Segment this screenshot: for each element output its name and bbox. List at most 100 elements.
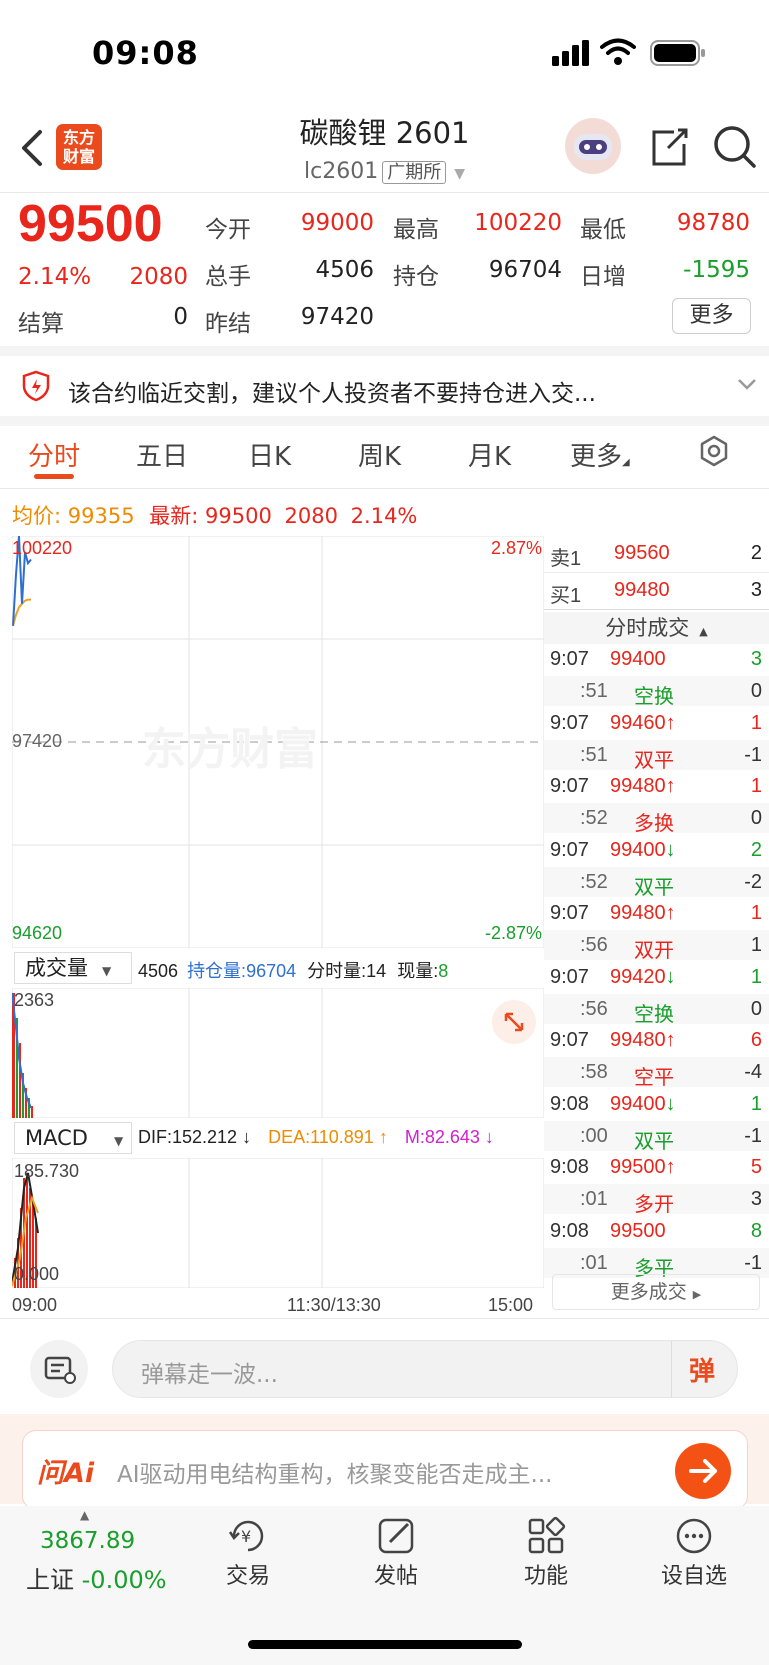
volume-stats: 4506 持仓量:96704 分时量:14 现量:8 [138,957,448,983]
tick-time: 9:07 [550,1029,589,1051]
tab-active-indicator [34,474,74,479]
macd-max-label: 185.730 [14,1161,80,1181]
chart-high-label: 100220 [12,538,73,558]
share-icon[interactable] [648,126,690,172]
tick-row: 9:07 99480↑ 1:52 多换 0 [544,771,769,835]
tick-qty: 1 [750,902,762,924]
ai-logo: 问Ai [37,1458,95,1489]
ask-label: 卖1 [550,548,582,570]
chevron-right-icon: ▶ [692,1288,702,1301]
ai-banner[interactable]: 问Ai AI驱动用电结构重构，核聚变能否走成主... [22,1430,748,1510]
chevron-down-icon[interactable] [736,376,758,396]
avg-value: 99355 [67,504,135,528]
tick-seconds: :56 [580,934,608,956]
code-text: lc2601 [304,159,379,184]
comment-placeholder: 弹幕走一波... [141,1362,278,1388]
tab-weekly-k[interactable]: 周K [358,436,401,473]
signal-icon [552,40,592,70]
last-price: 99500 [18,195,163,253]
nav-watchlist[interactable]: 设自选 [634,1514,754,1590]
tick-action: 双平 [634,876,674,899]
tick-row: 9:07 99480↑ 6:58 空平 -4 [544,1025,769,1089]
tick-price-value: 99400 [610,1092,666,1115]
ask-price: 99560 [614,542,670,564]
tick-qty: 6 [750,1029,762,1051]
macd-chart [12,1158,544,1288]
tick-arrow: ↑ [665,775,676,797]
tick-qty: 3 [750,648,762,670]
more-ticks-button[interactable]: 更多成交 ▶ [552,1274,760,1310]
nav-trade[interactable]: ¥ 交易 [188,1514,308,1590]
tick-price: 99420↓ [610,966,676,989]
tick-oi-change: -1 [744,1124,762,1147]
danmaku-toggle-button[interactable] [30,1340,88,1398]
tick-arrow: ↑ [665,1029,676,1051]
tick-price: 99480↑ [610,1029,676,1052]
tab-intraday[interactable]: 分时 [28,436,80,473]
tick-qty: 5 [750,1156,762,1178]
macd-selector[interactable]: MACD ▼ [14,1122,132,1154]
tick-row: 9:08 99500↑ 5:01 多开 3 [544,1152,769,1216]
order-book: 卖1 99560 2 买1 99480 3 [544,536,769,610]
tick-seconds: :52 [580,807,608,829]
arrow-right-icon[interactable] [675,1443,731,1499]
tick-oi-change: 0 [750,997,762,1020]
tab-daily-k[interactable]: 日K [248,436,291,473]
nav-post[interactable]: 发帖 [336,1514,456,1590]
settings-gear-icon[interactable] [697,434,731,472]
ticks-header[interactable]: 分时成交 ▲ [544,612,769,644]
tick-time: 9:07 [550,648,589,670]
chart-watermark: 东方财富 [142,724,318,775]
tick-price: 99480↑ [610,902,676,925]
tab-five-day[interactable]: 五日 [136,436,188,473]
tick-oi-change: -1 [744,743,762,766]
comment-input[interactable]: 弹幕走一波... 弹 [112,1340,738,1398]
index-value[interactable]: 3867.89 [40,1528,135,1554]
bid-qty: 3 [750,579,762,601]
wifi-icon [600,38,636,70]
volume-selector-label: 成交量 [25,956,88,980]
change-value: 2080 [129,264,188,290]
tick-price: 99400↓ [610,839,676,862]
tick-row: 9:08 99500 8:01 多平 -1 [544,1216,769,1280]
tick-qty: 1 [750,711,762,734]
intraday-chart[interactable]: 东方财富 [12,536,544,948]
tick-oi-change: -2 [744,870,762,893]
search-icon[interactable] [712,124,758,174]
volume-selector[interactable]: 成交量 ▼ [14,952,132,984]
label-daily-inc: 日增 [580,264,626,290]
volume-total: 4506 [138,961,179,981]
tick-price-value: 99420 [610,965,666,988]
tab-monthly-k[interactable]: 月K [468,436,511,473]
status-time: 09:08 [92,34,199,72]
danmaku-send-button[interactable]: 弹 [689,1351,715,1388]
tick-oi-change: -1 [744,1251,762,1274]
label-settle: 结算 [18,311,64,337]
index-quote[interactable]: 上证 -0.00% [26,1560,167,1595]
expand-icon[interactable] [492,1000,536,1044]
tick-row: 9:08 99400↓ 1:00 双平 -1 [544,1089,769,1153]
tick-action: 双平 [634,749,674,772]
ask-row[interactable]: 卖1 99560 2 [544,536,769,573]
bid-row[interactable]: 买1 99480 3 [544,573,769,610]
delivery-notice[interactable]: 该合约临近交割，建议个人投资者不要持仓进入交... [68,374,596,408]
macd-stats: DIF:152.212 ↓ DEA:110.891 ↑ M:82.643 ↓ [138,1127,494,1148]
tick-time: 9:07 [550,902,589,924]
latest-pct: 2.14% [350,504,418,528]
ai-robot-icon[interactable] [562,116,624,180]
tick-oi-change: -4 [744,1061,762,1083]
tick-oi-change: 0 [750,807,762,829]
nav-functions[interactable]: 功能 [486,1514,606,1590]
more-button[interactable]: 更多 [672,298,751,334]
avg-label: 均价: [12,504,62,528]
tick-arrow: ↑ [665,711,676,734]
caret-down-icon: ▼ [102,964,112,978]
time-mid: 11:30/13:30 [287,1295,381,1315]
tab-more[interactable]: 更多◢ [570,436,630,473]
tick-time: 9:07 [550,838,589,861]
tick-arrow: ↓ [665,838,676,861]
bid-price: 99480 [614,579,670,601]
chart-low-label: 94620 [12,923,63,943]
label-volume: 总手 [205,264,251,290]
index-pct: -0.00% [81,1566,167,1594]
